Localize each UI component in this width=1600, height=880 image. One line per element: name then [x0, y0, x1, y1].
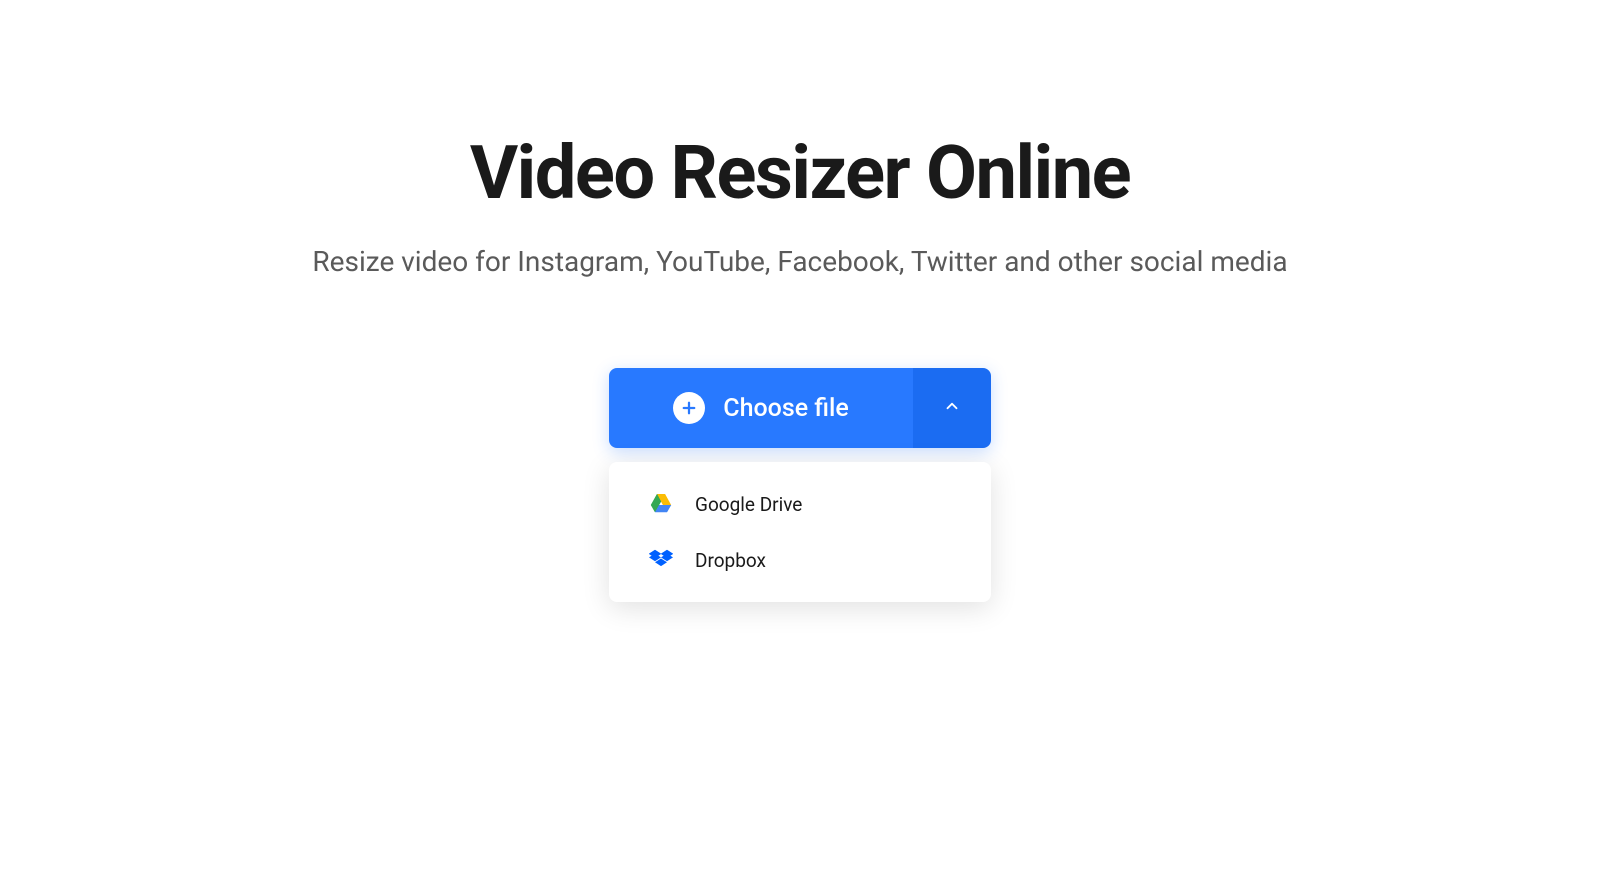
source-dropdown-menu: Google Drive — [609, 462, 991, 602]
google-drive-icon — [649, 492, 673, 516]
source-option-label: Dropbox — [695, 549, 766, 572]
source-option-dropbox[interactable]: Dropbox — [609, 532, 991, 588]
plus-icon — [673, 392, 705, 424]
page-title: Video Resizer Online — [470, 130, 1130, 217]
choose-file-button-group: Choose file — [609, 368, 991, 448]
upload-section: Choose file — [609, 368, 991, 602]
source-option-label: Google Drive — [695, 493, 802, 516]
source-option-google-drive[interactable]: Google Drive — [609, 476, 991, 532]
chevron-up-icon — [943, 397, 961, 419]
choose-file-button[interactable]: Choose file — [609, 368, 913, 448]
source-dropdown-toggle[interactable] — [913, 368, 991, 448]
dropbox-icon — [649, 548, 673, 572]
choose-file-label: Choose file — [723, 394, 848, 423]
page-subtitle: Resize video for Instagram, YouTube, Fac… — [312, 245, 1287, 278]
